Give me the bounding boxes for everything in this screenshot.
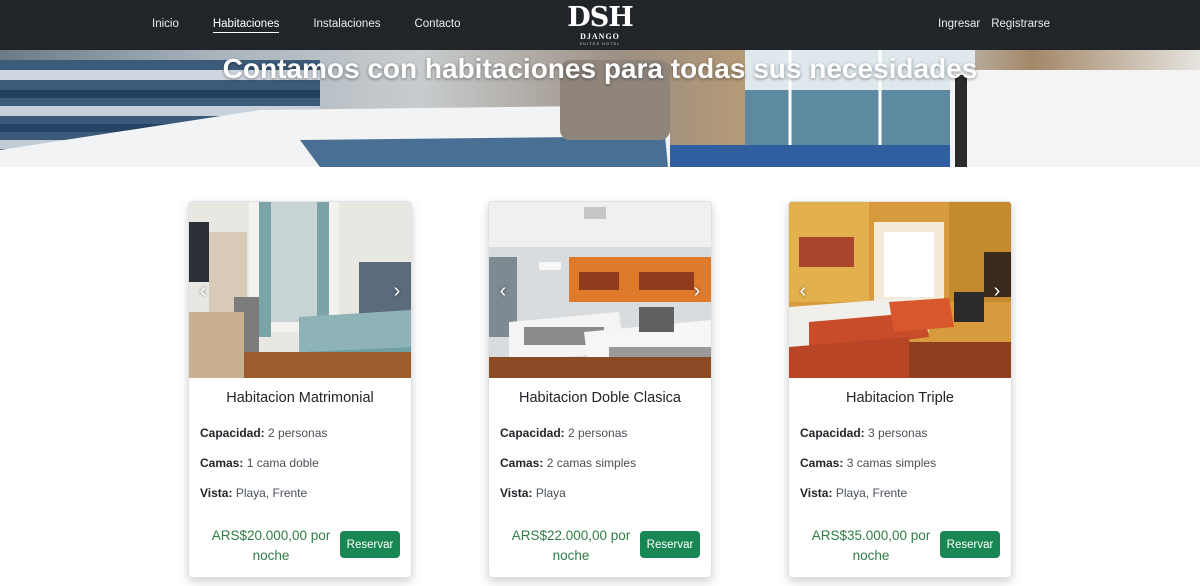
room-photo xyxy=(489,202,711,378)
room-beds: Camas: 2 camas simples xyxy=(500,456,700,472)
hotel-logo[interactable]: DSH DJANGO SUITES HOTEL xyxy=(566,3,634,47)
view-label: Vista: xyxy=(800,486,833,500)
auth-links: Ingresar Registrarse xyxy=(938,0,1050,50)
chevron-left-icon[interactable]: ‹ xyxy=(795,280,811,302)
room-beds: Camas: 3 camas simples xyxy=(800,456,1000,472)
chevron-right-icon[interactable]: › xyxy=(689,280,705,302)
room-view: Vista: Playa, Frente xyxy=(200,486,400,502)
nav-links: Inicio Habitaciones Instalaciones Contac… xyxy=(152,0,495,50)
room-photo xyxy=(189,202,411,378)
reserve-button[interactable]: Reservar xyxy=(340,531,400,558)
room-card-doble-clasica: ‹ › Habitacion Doble Clasica Capacidad: … xyxy=(488,201,712,578)
chevron-right-icon[interactable]: › xyxy=(989,280,1005,302)
view-value: Playa xyxy=(535,486,566,500)
beds-label: Camas: xyxy=(800,456,844,470)
capacity-label: Capacidad: xyxy=(500,426,565,440)
nav-contacto[interactable]: Contacto xyxy=(414,18,460,32)
register-link[interactable]: Registrarse xyxy=(991,18,1050,32)
reserve-button[interactable]: Reservar xyxy=(940,531,1000,558)
logo-tagline: SUITES HOTEL xyxy=(579,41,621,46)
reserve-button[interactable]: Reservar xyxy=(640,531,700,558)
room-title: Habitacion Triple xyxy=(846,390,954,406)
room-title: Habitacion Doble Clasica xyxy=(519,390,681,406)
nav-inicio[interactable]: Inicio xyxy=(152,18,179,32)
room-capacity: Capacidad: 3 personas xyxy=(800,426,1000,442)
logo-mark: DSH xyxy=(567,2,633,33)
room-photo xyxy=(789,202,1011,378)
beds-value: 1 cama doble xyxy=(246,456,319,470)
room-capacity: Capacidad: 2 personas xyxy=(200,426,400,442)
room-carousel[interactable]: ‹ › xyxy=(489,202,711,378)
beds-label: Camas: xyxy=(500,456,544,470)
capacity-value: 3 personas xyxy=(868,426,928,440)
capacity-value: 2 personas xyxy=(268,426,328,440)
view-label: Vista: xyxy=(500,486,533,500)
room-beds: Camas: 1 cama doble xyxy=(200,456,400,472)
room-view: Vista: Playa, Frente xyxy=(800,486,1000,502)
hero-title: Contamos con habitaciones para todas sus… xyxy=(222,53,978,84)
logo-subtitle: DJANGO xyxy=(580,32,620,41)
room-price: ARS$22.000,00 por noche xyxy=(511,528,631,563)
chevron-right-icon[interactable]: › xyxy=(389,280,405,302)
view-value: Playa, Frente xyxy=(235,486,308,500)
view-value: Playa, Frente xyxy=(835,486,908,500)
chevron-left-icon[interactable]: ‹ xyxy=(495,280,511,302)
login-link[interactable]: Ingresar xyxy=(938,18,980,32)
room-card-matrimonial: ‹ › Habitacion Matrimonial Capacidad: 2 … xyxy=(188,201,412,578)
nav-instalaciones[interactable]: Instalaciones xyxy=(313,18,380,32)
room-capacity: Capacidad: 2 personas xyxy=(500,426,700,442)
room-title: Habitacion Matrimonial xyxy=(226,390,374,406)
hero-banner: Contamos con habitaciones para todas sus… xyxy=(0,50,1200,167)
navbar: Inicio Habitaciones Instalaciones Contac… xyxy=(0,0,1200,50)
room-price: ARS$35.000,00 por noche xyxy=(811,528,931,563)
room-card-triple: ‹ › Habitacion Triple Capacidad: 3 perso… xyxy=(788,201,1012,578)
beds-label: Camas: xyxy=(200,456,244,470)
room-view: Vista: Playa xyxy=(500,486,700,502)
view-label: Vista: xyxy=(200,486,233,500)
capacity-value: 2 personas xyxy=(568,426,628,440)
capacity-label: Capacidad: xyxy=(800,426,865,440)
beds-value: 2 camas simples xyxy=(546,456,637,470)
chevron-left-icon[interactable]: ‹ xyxy=(195,280,211,302)
room-carousel[interactable]: ‹ › xyxy=(789,202,1011,378)
room-carousel[interactable]: ‹ › xyxy=(189,202,411,378)
nav-habitaciones[interactable]: Habitaciones xyxy=(212,18,280,33)
capacity-label: Capacidad: xyxy=(200,426,265,440)
room-price: ARS$20.000,00 por noche xyxy=(211,528,331,563)
beds-value: 3 camas simples xyxy=(846,456,937,470)
